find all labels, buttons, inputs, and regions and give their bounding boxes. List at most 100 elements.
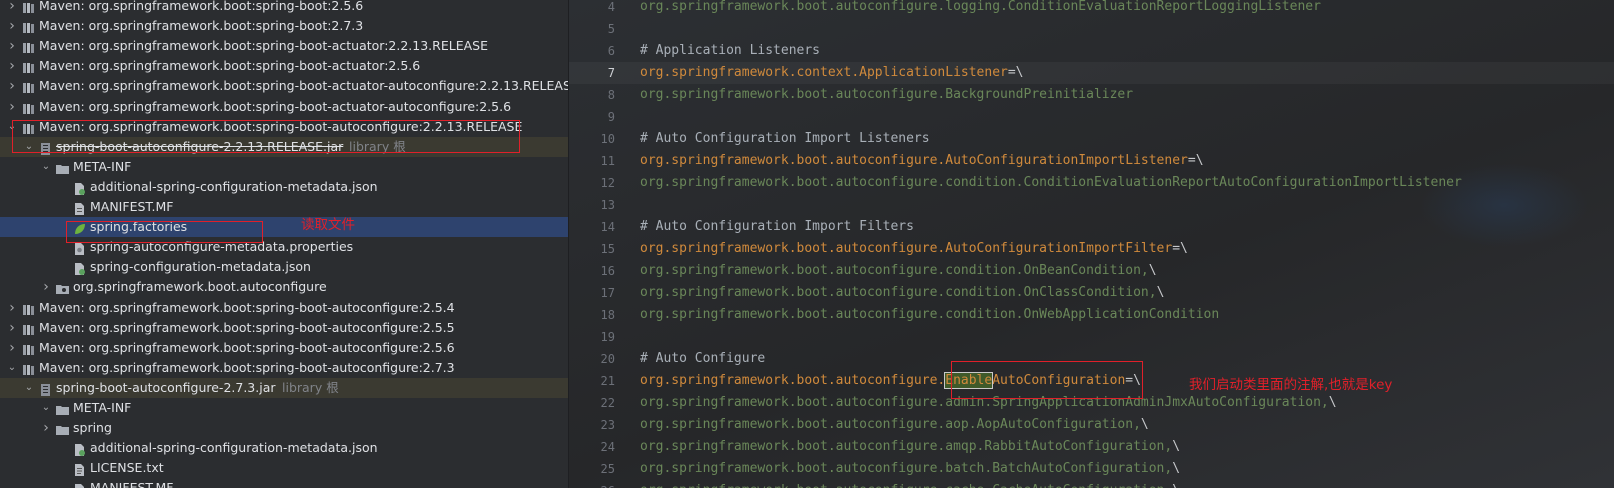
chevron-right-icon[interactable]: › [6,56,18,76]
chevron-right-icon[interactable]: › [6,97,18,117]
line-number: 15 [600,242,615,256]
tree-row[interactable]: additional-spring-configuration-metadata… [0,177,568,197]
code-token: =\ [1187,153,1204,168]
code-token: org.springframework.boot.autoconfigure.c… [640,285,1157,300]
line-number: 24 [600,440,615,454]
code-line[interactable]: org.springframework.boot.autoconfigure.b… [640,458,1180,480]
tree-row[interactable]: ⌄ META-INF [0,398,568,418]
tree-row[interactable]: › Maven: org.springframework.boot:spring-… [0,36,568,56]
tree-row[interactable]: ⌄ spring-boot-autoconfigure-2.7.3.jar libr… [0,378,568,398]
chevron-down-icon[interactable]: ⌄ [40,398,52,418]
tree-row-label: Maven: org.springframework.boot:spring-b… [39,340,455,355]
chevron-down-icon[interactable]: ⌄ [40,157,52,177]
code-editor[interactable]: 4 5 6 7 8 9 10 11 12 13 14 15 16 17 18 19 20 21 22 23 24 25 26… [569,0,1614,488]
tree-row-label: MANIFEST.MF [90,480,174,488]
tree-row[interactable]: MANIFEST.MF [0,197,568,217]
code-line[interactable]: org.springframework.boot.autoconfigure.A… [640,150,1204,172]
tree-row-label: org.springframework.boot.autoconfigure [73,279,327,294]
project-tree: › Maven: org.springframework.boot:spring-… [0,0,568,488]
tree-row-label: spring-boot-autoconfigure-2.2.13.RELEASE… [56,139,344,154]
code-token: \ [1148,263,1157,278]
chevron-down-icon[interactable]: ⌄ [6,117,18,137]
tree-row[interactable]: › Maven: org.springframework.boot:spring-… [0,318,568,338]
chevron-down-icon[interactable]: ⌄ [23,378,35,398]
code-line[interactable]: org.springframework.boot.autoconfigure.c… [640,304,1219,326]
chevron-down-icon[interactable]: ⌄ [6,358,18,378]
chevron-right-icon[interactable]: › [6,0,18,16]
chevron-right-icon[interactable]: › [40,277,52,297]
chevron-down-icon[interactable]: ⌄ [23,137,35,157]
library-icon [22,121,35,134]
code-line[interactable]: org.springframework.context.ApplicationL… [640,62,1024,84]
line-number: 17 [600,286,615,300]
tree-row[interactable]: spring.factories [0,217,568,237]
chevron-right-icon[interactable]: › [6,318,18,338]
code-line[interactable]: # Auto Configuration Import Filters [640,216,914,238]
tree-row[interactable]: › Maven: org.springframework.boot:spring-… [0,338,568,358]
tree-row[interactable]: ⌄ spring-boot-autoconfigure-2.2.13.RELEAS… [0,137,568,157]
folder-icon [56,402,69,415]
jar-icon [39,141,52,155]
tree-row-suffix: library 根 [282,380,339,395]
chevron-right-icon[interactable]: › [6,338,18,358]
code-line[interactable]: org.springframework.boot.autoconfigure.a… [640,392,1337,414]
chevron-right-icon[interactable]: › [6,36,18,56]
tree-row-label: Maven: org.springframework.boot:spring-b… [39,78,568,93]
chevron-right-icon[interactable]: › [40,418,52,438]
code-token: \ [1172,439,1181,454]
code-line[interactable]: org.springframework.boot.autoconfigure.E… [640,370,1141,392]
code-token: # Auto Configuration Import Listeners [640,131,930,146]
code-line[interactable]: # Auto Configure [640,348,765,370]
code-token: org.springframework.boot.autoconfigure.c… [640,483,1172,488]
tree-row[interactable]: › Maven: org.springframework.boot:spring-… [0,16,568,36]
tree-row-suffix: library 根 [349,139,406,154]
code-line[interactable]: org.springframework.boot.autoconfigure.c… [640,260,1157,282]
folder-icon [56,161,69,174]
tree-row[interactable]: LICENSE.txt [0,458,568,478]
code-line[interactable]: # Application Listeners [640,40,820,62]
tree-row[interactable]: › Maven: org.springframework.boot:spring-… [0,76,568,96]
tree-row[interactable]: › org.springframework.boot.autoconfigure [0,277,568,297]
tree-row[interactable]: › Maven: org.springframework.boot:spring-… [0,97,568,117]
tree-row[interactable]: additional-spring-configuration-metadata… [0,438,568,458]
tree-row[interactable]: ⌄ Maven: org.springframework.boot:spring-… [0,117,568,137]
tree-row-label: spring-autoconfigure-metadata.properties [90,239,354,254]
code-line[interactable]: org.springframework.boot.autoconfigure.c… [640,480,1180,488]
tree-row[interactable]: spring-configuration-metadata.json [0,257,568,277]
tree-row[interactable]: ⌄ META-INF [0,157,568,177]
code-line[interactable]: org.springframework.boot.autoconfigure.a… [640,414,1149,436]
spring-file-icon [73,221,86,234]
tree-row[interactable]: › spring [0,418,568,438]
properties-file-icon [73,241,86,255]
code-token: org.springframework.boot.autoconfigure.a… [640,417,1141,432]
tree-row[interactable]: ⌄ Maven: org.springframework.boot:spring-… [0,358,568,378]
code-line[interactable]: # Auto Configuration Import Listeners [640,128,930,150]
chevron-right-icon[interactable]: › [6,76,18,96]
tree-row[interactable]: › Maven: org.springframework.boot:spring-… [0,56,568,76]
manifest-file-icon [73,482,86,488]
code-token: org.springframework.context.ApplicationL… [640,65,1008,80]
tree-row[interactable]: › Maven: org.springframework.boot:spring-… [0,0,568,16]
code-token: org.springframework.boot.autoconfigure.a… [640,395,1329,410]
tree-row-label: spring.factories [90,219,188,234]
code-line[interactable]: org.springframework.boot.autoconfigure.l… [640,0,1321,18]
tree-row-label: Maven: org.springframework.boot:spring-b… [39,320,455,335]
code-token: =\ [1125,373,1141,388]
chevron-right-icon[interactable]: › [6,16,18,36]
code-line[interactable]: org.springframework.boot.autoconfigure.B… [640,84,1133,106]
code-line[interactable]: org.springframework.boot.autoconfigure.c… [640,172,1462,194]
code-line[interactable]: org.springframework.boot.autoconfigure.a… [640,436,1180,458]
json-file-icon [73,261,86,275]
tree-row-label: MANIFEST.MF [90,199,174,214]
tree-row-label: Maven: org.springframework.boot:spring-b… [39,58,421,73]
manifest-file-icon [73,201,86,215]
tree-row[interactable]: spring-autoconfigure-metadata.properties [0,237,568,257]
tree-row-label: additional-spring-configuration-metadata… [90,179,378,194]
tree-row-label: additional-spring-configuration-metadata… [90,440,378,455]
code-line[interactable]: org.springframework.boot.autoconfigure.c… [640,282,1164,304]
tree-row[interactable]: › Maven: org.springframework.boot:spring-… [0,298,568,318]
chevron-right-icon[interactable]: › [6,298,18,318]
tree-row[interactable]: MANIFEST.MF [0,478,568,488]
code-line[interactable]: org.springframework.boot.autoconfigure.A… [640,238,1188,260]
tree-row-label: spring [73,420,112,435]
